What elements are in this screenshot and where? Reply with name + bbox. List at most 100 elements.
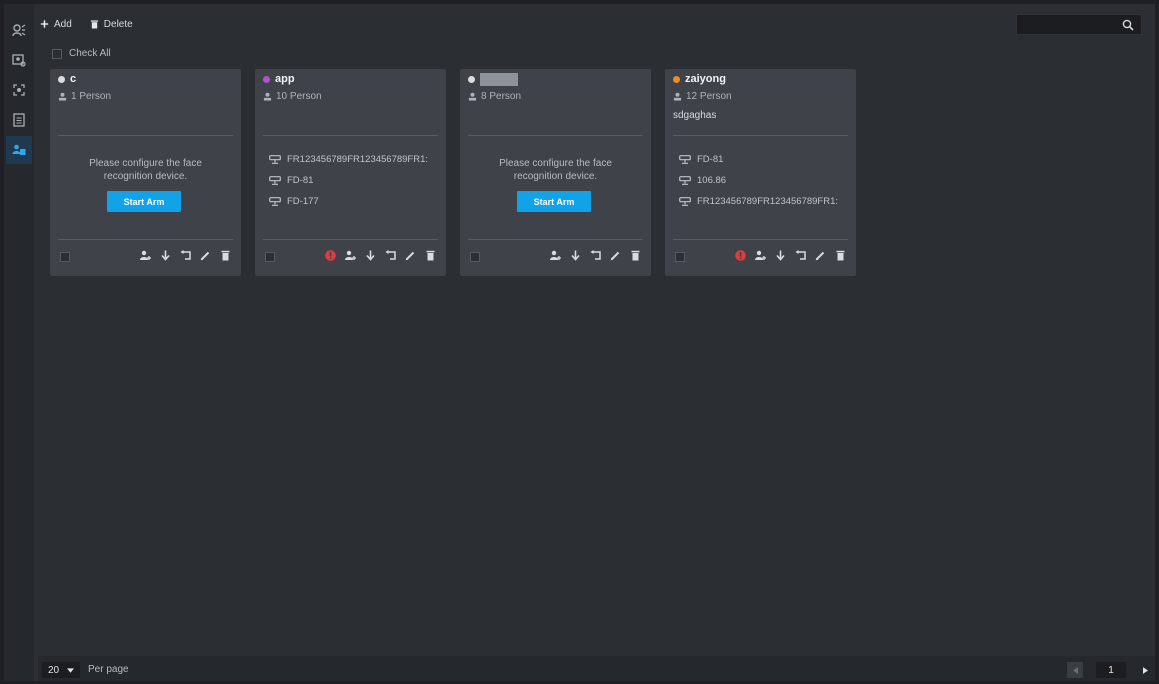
import-icon[interactable] bbox=[365, 250, 376, 261]
report-icon bbox=[13, 113, 25, 127]
return-icon[interactable] bbox=[385, 250, 396, 261]
delete-button-label: Delete bbox=[103, 18, 133, 30]
divider bbox=[673, 239, 848, 240]
person-count-label: 10 Person bbox=[276, 91, 322, 102]
add-person-icon[interactable] bbox=[140, 250, 151, 261]
face-search-icon bbox=[12, 54, 26, 67]
toolbar: Add Delete bbox=[40, 14, 133, 34]
check-all[interactable]: Check All bbox=[52, 48, 111, 59]
device-item: FR123456789FR123456789FR1: bbox=[679, 191, 838, 212]
card-checkbox[interactable] bbox=[265, 252, 275, 262]
face-database-icon bbox=[12, 144, 26, 155]
import-icon[interactable] bbox=[160, 250, 171, 261]
card-title-redacted bbox=[480, 73, 518, 86]
person-count: 8 Person bbox=[468, 91, 521, 102]
divider bbox=[468, 239, 643, 240]
card-checkbox[interactable] bbox=[675, 252, 685, 262]
face-device-icon bbox=[269, 197, 281, 206]
per-page-value: 20 bbox=[48, 664, 60, 676]
warning-icon[interactable] bbox=[325, 250, 336, 261]
add-button[interactable]: Add bbox=[40, 19, 72, 30]
snapshot-icon bbox=[13, 84, 25, 96]
delete-icon[interactable] bbox=[835, 250, 846, 261]
search-input[interactable] bbox=[1016, 14, 1142, 35]
card-header: app bbox=[263, 73, 295, 85]
face-recognition-icon bbox=[12, 24, 26, 37]
return-icon[interactable] bbox=[180, 250, 191, 261]
person-icon bbox=[468, 92, 477, 101]
card-title: c bbox=[70, 73, 77, 85]
start-arm-button[interactable]: Start Arm bbox=[107, 191, 181, 212]
device-item: FD-81 bbox=[269, 170, 428, 191]
face-device-icon bbox=[269, 155, 281, 164]
return-icon[interactable] bbox=[795, 250, 806, 261]
delete-icon[interactable] bbox=[220, 250, 231, 261]
page-number-input[interactable]: 1 bbox=[1096, 662, 1126, 678]
delete-icon[interactable] bbox=[630, 250, 641, 261]
edit-icon[interactable] bbox=[815, 250, 826, 261]
divider bbox=[58, 135, 233, 136]
device-name: FR123456789FR123456789FR1: bbox=[287, 154, 429, 165]
divider bbox=[263, 135, 438, 136]
add-person-icon[interactable] bbox=[755, 250, 766, 261]
card-header: zaiyong bbox=[673, 73, 726, 85]
import-icon[interactable] bbox=[775, 250, 786, 261]
prev-page-button[interactable] bbox=[1067, 662, 1083, 678]
device-name: FD-81 bbox=[697, 154, 724, 165]
person-count: 12 Person bbox=[673, 91, 732, 102]
face-database-card[interactable]: zaiyong 12 Person sdgaghas FD-81 106.86 FR123… bbox=[665, 69, 856, 276]
delete-icon[interactable] bbox=[425, 250, 436, 261]
add-button-label: Add bbox=[54, 18, 72, 30]
start-arm-button[interactable]: Start Arm bbox=[517, 191, 591, 212]
edit-icon[interactable] bbox=[200, 250, 211, 261]
card-header bbox=[468, 73, 518, 86]
configure-message: Please configure the face recognition dev… bbox=[50, 157, 241, 183]
left-rail bbox=[4, 4, 34, 681]
configure-message-line: Please configure the face bbox=[89, 158, 202, 169]
face-device-icon bbox=[679, 176, 691, 185]
check-all-label: Check All bbox=[69, 48, 111, 59]
person-count-label: 1 Person bbox=[71, 91, 112, 102]
rail-face-search[interactable] bbox=[6, 46, 32, 74]
warning-icon[interactable] bbox=[735, 250, 746, 261]
add-person-icon[interactable] bbox=[345, 250, 356, 261]
rail-face-monitor[interactable] bbox=[6, 16, 32, 44]
device-name: FR123456789FR123456789FR1: bbox=[697, 196, 839, 207]
device-item: FD-81 bbox=[679, 149, 838, 170]
face-device-icon bbox=[269, 176, 281, 185]
per-page-select[interactable]: 20 bbox=[42, 662, 80, 678]
person-icon bbox=[673, 92, 682, 101]
card-checkbox[interactable] bbox=[470, 252, 480, 262]
per-page-label: Per page bbox=[88, 664, 129, 675]
check-all-checkbox[interactable] bbox=[52, 48, 62, 59]
person-icon bbox=[263, 92, 272, 101]
rail-report[interactable] bbox=[6, 106, 32, 134]
import-icon[interactable] bbox=[570, 250, 581, 261]
face-database-card[interactable]: c 1 Person Please configure the face recogn… bbox=[50, 69, 241, 276]
face-device-icon bbox=[679, 155, 691, 164]
next-page-button[interactable] bbox=[1137, 662, 1153, 678]
card-title: app bbox=[275, 73, 295, 85]
divider bbox=[673, 135, 848, 136]
status-dot bbox=[58, 75, 65, 83]
face-database-card[interactable]: app 10 Person FR123456789FR123456789FR1: FD… bbox=[255, 69, 446, 276]
device-name: FD-81 bbox=[287, 175, 314, 186]
search-icon[interactable] bbox=[1122, 19, 1134, 31]
person-count-label: 12 Person bbox=[686, 91, 732, 102]
card-checkbox[interactable] bbox=[60, 252, 70, 262]
device-item: FD-177 bbox=[269, 191, 428, 212]
trash-icon bbox=[90, 20, 98, 29]
card-actions bbox=[325, 250, 436, 261]
rail-face-database[interactable] bbox=[6, 136, 32, 164]
face-database-card[interactable]: 8 Person Please configure the face recogni… bbox=[460, 69, 651, 276]
divider bbox=[468, 135, 643, 136]
return-icon[interactable] bbox=[590, 250, 601, 261]
card-actions bbox=[140, 250, 231, 261]
face-device-icon bbox=[679, 197, 691, 206]
rail-snapshot[interactable] bbox=[6, 76, 32, 104]
device-item: 106.86 bbox=[679, 170, 838, 191]
delete-button[interactable]: Delete bbox=[90, 19, 133, 30]
edit-icon[interactable] bbox=[610, 250, 621, 261]
edit-icon[interactable] bbox=[405, 250, 416, 261]
add-person-icon[interactable] bbox=[550, 250, 561, 261]
